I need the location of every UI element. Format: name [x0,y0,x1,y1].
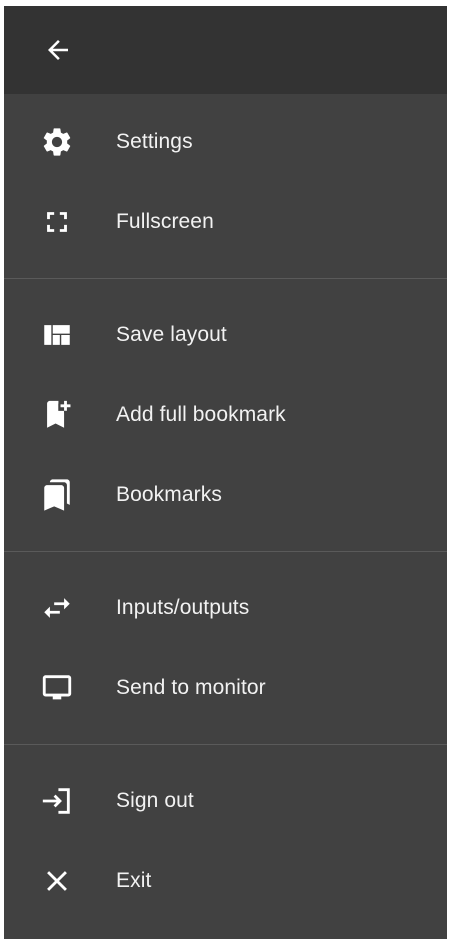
close-icon [37,861,77,901]
menu-item-label: Save layout [116,323,227,346]
menu-item-label: Sign out [116,789,194,812]
swap-arrows-icon [37,588,77,628]
fullscreen-icon [37,202,77,242]
menu-item-label: Exit [116,869,152,892]
menu-item-settings[interactable]: Settings [4,102,447,182]
menu-item-add-full-bookmark[interactable]: Add full bookmark [4,375,447,455]
bookmarks-icon [37,475,77,515]
menu-header [4,6,447,94]
sign-out-icon [37,781,77,821]
side-menu-panel: Settings Fullscreen Save layout Add full… [4,6,447,939]
menu-item-sign-out[interactable]: Sign out [4,761,447,841]
bookmark-add-icon [37,395,77,435]
monitor-icon [37,668,77,708]
arrow-left-icon [48,40,68,60]
menu-item-label: Inputs/outputs [116,596,250,619]
menu-item-exit[interactable]: Exit [4,841,447,921]
menu-item-send-to-monitor[interactable]: Send to monitor [4,648,447,728]
back-button[interactable] [40,32,76,68]
menu-item-label: Add full bookmark [116,403,286,426]
menu-item-inputs-outputs[interactable]: Inputs/outputs [4,568,447,648]
menu-item-label: Send to monitor [116,676,266,699]
menu-item-save-layout[interactable]: Save layout [4,295,447,375]
menu-item-label: Fullscreen [116,210,214,233]
menu-item-fullscreen[interactable]: Fullscreen [4,182,447,262]
gear-icon [37,122,77,162]
menu-item-bookmarks[interactable]: Bookmarks [4,455,447,535]
menu-item-label: Settings [116,130,193,153]
menu-item-label: Bookmarks [116,483,222,506]
layout-icon [37,315,77,355]
